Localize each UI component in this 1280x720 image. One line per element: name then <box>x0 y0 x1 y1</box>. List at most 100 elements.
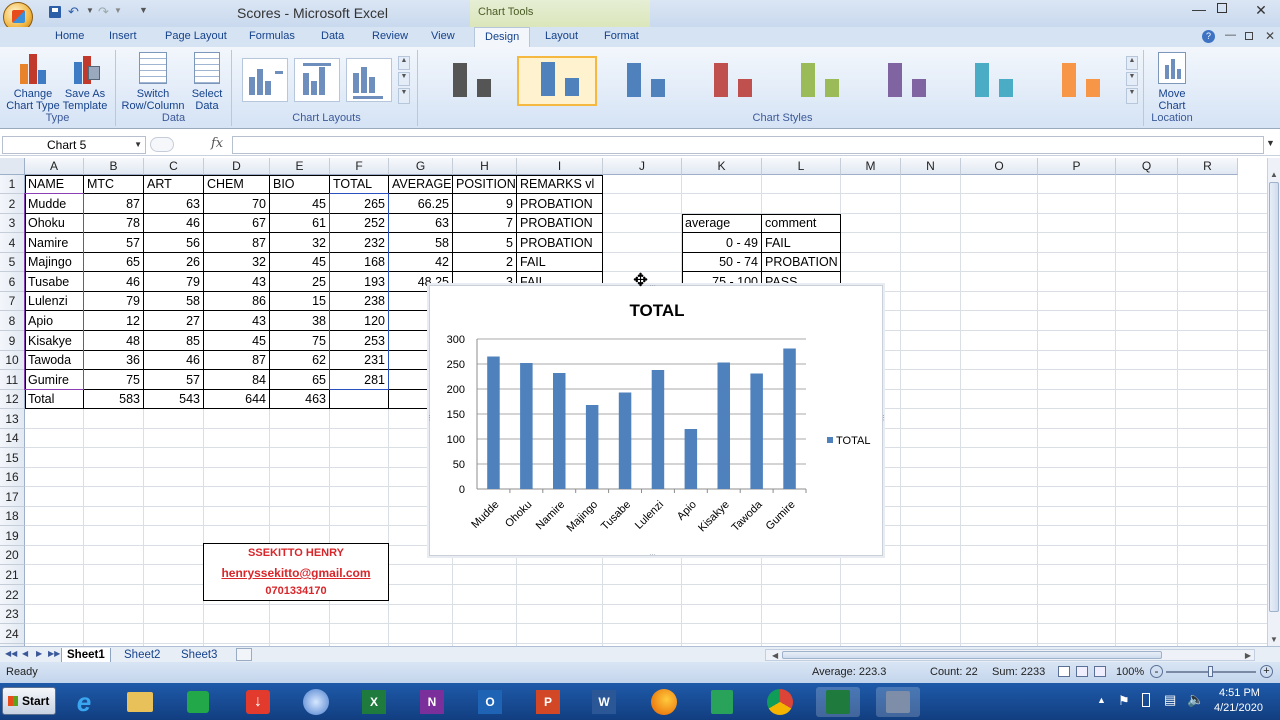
cell[interactable]: 238 <box>330 292 388 311</box>
zoom-in-icon[interactable]: + <box>1260 665 1273 678</box>
start-button[interactable]: Start <box>2 687 56 715</box>
cell[interactable]: POSITION <box>453 175 516 194</box>
scroll-up-icon[interactable]: ▲ <box>1270 170 1278 179</box>
formula-bar-cancel-icon[interactable] <box>150 137 174 152</box>
cell[interactable]: 45 <box>270 253 329 272</box>
row-header[interactable]: 21 <box>0 565 25 585</box>
media-icon[interactable] <box>294 687 338 717</box>
download-icon[interactable]: ↓ <box>236 687 280 717</box>
file-explorer-icon[interactable] <box>118 687 162 717</box>
cell[interactable]: 42 <box>389 253 452 272</box>
bar-ohoku[interactable] <box>520 363 533 489</box>
clock-date[interactable]: 4/21/2020 <box>1214 702 1263 714</box>
row-header[interactable]: 11 <box>0 370 25 390</box>
cell[interactable]: 0 - 49 <box>682 233 761 253</box>
cell[interactable]: 46 <box>144 351 203 370</box>
scroll-thumb[interactable] <box>1269 182 1279 612</box>
chart-total[interactable]: TOTAL 0 50 100 150 200 250 300 Mudde Ohoku Namire M… <box>426 281 887 557</box>
tab-insert[interactable]: Insert <box>109 30 137 42</box>
chart-resize-handle-left[interactable]: ⋮ <box>426 414 433 422</box>
redo-icon[interactable]: ↷ <box>98 4 109 20</box>
cell[interactable]: 57 <box>144 370 203 390</box>
zoom-level[interactable]: 100% <box>1116 666 1144 678</box>
volume-icon[interactable]: 🔈 <box>1187 691 1204 708</box>
cell[interactable]: 63 <box>144 194 203 214</box>
cell[interactable]: 56 <box>144 233 203 253</box>
cell[interactable]: 85 <box>144 331 203 351</box>
column-header[interactable]: K <box>682 158 762 175</box>
cell[interactable]: 36 <box>84 351 143 370</box>
bar-tusabe[interactable] <box>618 392 632 490</box>
insert-sheet-icon[interactable] <box>236 648 252 661</box>
cell[interactable]: 281 <box>330 370 388 390</box>
select-all-corner[interactable] <box>0 158 25 175</box>
styles-scroll-up[interactable]: ▲ <box>1126 56 1138 70</box>
cell[interactable]: Ohoku <box>25 214 83 233</box>
chart-layout-1[interactable] <box>242 58 288 102</box>
firefox-icon[interactable] <box>642 687 686 717</box>
cell[interactable]: 50 - 74 <box>682 253 761 272</box>
prev-sheet-icon[interactable]: ◀ <box>22 649 28 658</box>
powerpoint-icon[interactable]: P <box>526 687 570 717</box>
network-icon[interactable]: ▤ <box>1164 692 1176 708</box>
zoom-slider-thumb[interactable] <box>1208 666 1213 677</box>
move-chart-button[interactable]: Move Chart <box>1150 52 1194 112</box>
formula-input[interactable] <box>232 136 1264 154</box>
sheet-tab-sheet3[interactable]: Sheet3 <box>176 648 222 663</box>
cell[interactable]: Total <box>25 390 83 409</box>
next-sheet-icon[interactable]: ▶ <box>36 649 42 658</box>
cell[interactable]: 7 <box>453 214 516 233</box>
chart-style-5[interactable] <box>778 56 858 106</box>
cell[interactable]: 26 <box>144 253 203 272</box>
cell[interactable]: 78 <box>84 214 143 233</box>
change-chart-type-button[interactable]: Change Chart Type <box>6 52 60 112</box>
column-header[interactable]: A <box>25 158 84 175</box>
layouts-scroll-up[interactable]: ▲ <box>398 56 410 70</box>
cell[interactable]: Lulenzi <box>25 292 83 311</box>
cell[interactable]: PROBATION <box>517 233 602 253</box>
cell[interactable]: 12 <box>84 311 143 331</box>
cell[interactable]: 2 <box>453 253 516 272</box>
cell[interactable]: 46 <box>144 214 203 233</box>
cell[interactable]: 87 <box>204 233 269 253</box>
tab-format[interactable]: Format <box>604 30 639 42</box>
chart-resize-handle-top[interactable]: … <box>649 281 656 288</box>
name-box-dropdown-icon[interactable]: ▼ <box>134 140 142 149</box>
row-header[interactable]: 13 <box>0 409 25 429</box>
layouts-scroll-down[interactable]: ▼ <box>398 72 410 86</box>
styles-more[interactable]: ▼ <box>1126 88 1138 104</box>
save-as-template-button[interactable]: Save As Template <box>60 52 110 112</box>
row-header[interactable]: 2 <box>0 194 25 214</box>
column-header[interactable]: M <box>841 158 901 175</box>
cell[interactable]: 75 <box>84 370 143 390</box>
scroll-right-icon[interactable]: ▶ <box>1245 651 1251 660</box>
word-icon[interactable]: W <box>582 687 626 717</box>
cell[interactable]: 543 <box>144 390 203 409</box>
cell[interactable]: 583 <box>84 390 143 409</box>
row-header[interactable]: 4 <box>0 233 25 253</box>
cell[interactable]: 62 <box>270 351 329 370</box>
ribbon-restore-icon[interactable] <box>1245 32 1253 40</box>
row-header[interactable]: 7 <box>0 292 25 311</box>
zoom-out-icon[interactable]: - <box>1150 665 1163 678</box>
vertical-scrollbar[interactable]: ▲ ▼ <box>1267 158 1280 646</box>
store-icon[interactable] <box>176 687 220 717</box>
cell[interactable]: 67 <box>204 214 269 233</box>
cell[interactable]: 120 <box>330 311 388 331</box>
chart-style-3[interactable] <box>604 56 684 106</box>
chart-style-8[interactable] <box>1039 56 1119 106</box>
row-header[interactable]: 18 <box>0 507 25 526</box>
cell[interactable]: Mudde <box>25 194 83 214</box>
page-break-view-icon[interactable] <box>1094 666 1106 677</box>
onenote-icon[interactable]: N <box>410 687 454 717</box>
customize-toolbar-icon[interactable]: ▼ <box>139 5 148 15</box>
tab-formulas[interactable]: Formulas <box>249 30 295 42</box>
chrome-icon[interactable] <box>758 687 802 717</box>
cell[interactable]: Apio <box>25 311 83 331</box>
row-header[interactable]: 14 <box>0 429 25 448</box>
cell[interactable]: Tusabe <box>25 272 83 292</box>
row-header[interactable]: 5 <box>0 253 25 272</box>
column-header[interactable]: G <box>389 158 453 175</box>
tab-layout[interactable]: Layout <box>545 30 578 42</box>
chart-style-6[interactable] <box>865 56 945 106</box>
